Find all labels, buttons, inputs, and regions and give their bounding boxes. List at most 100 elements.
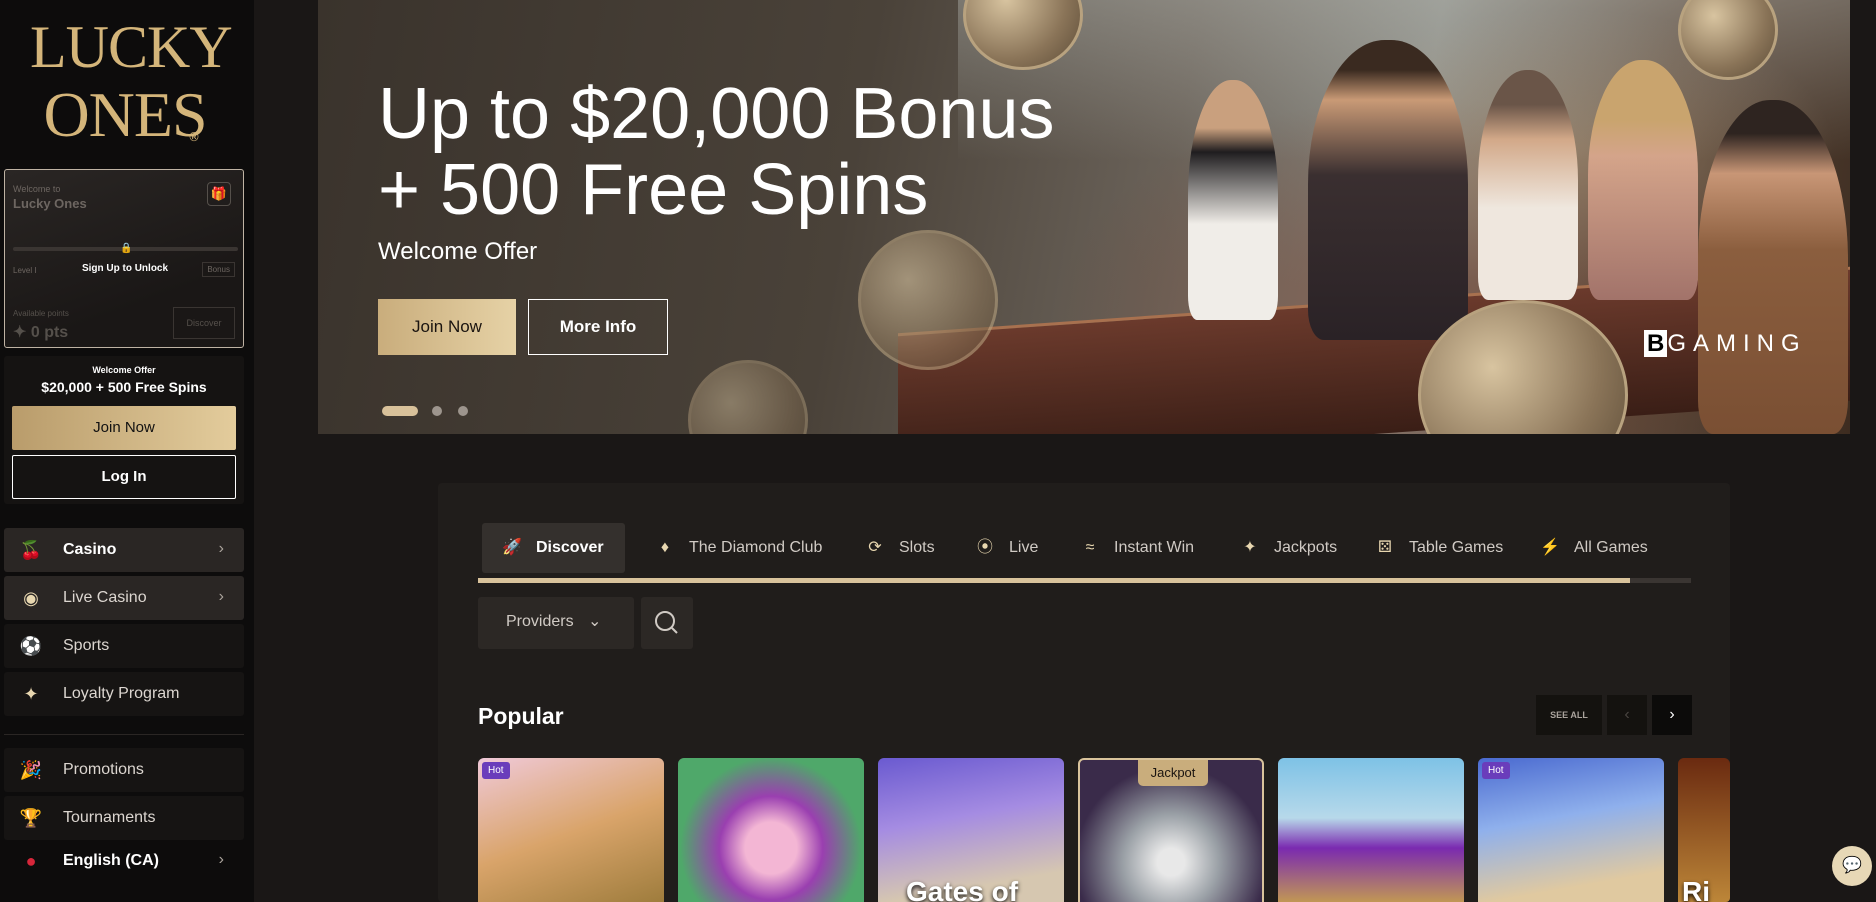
card-greeting: Welcome to [13, 184, 61, 194]
hero-title-line-2: + 500 Free Spins [378, 150, 929, 230]
sidebar-item-live-casino[interactable]: ◉ Live Casino › [4, 576, 244, 620]
hero-title-line-1: Up to $20,000 Bonus [378, 74, 1055, 154]
hero-title: Up to $20,000 Bonus + 500 Free Spins [378, 76, 1055, 228]
tab-label: Live [1009, 539, 1039, 556]
bonus-label: Bonus [202, 262, 235, 277]
live-chip-icon: ◉ [23, 588, 39, 608]
dice-icon: ⚄ [1378, 539, 1392, 556]
hot-badge: Hot [482, 762, 510, 779]
slots-icon: ⟳ [868, 539, 882, 556]
tab-table-games[interactable]: ⚄ Table Games [1355, 523, 1510, 573]
game-title: Ri [1682, 876, 1710, 902]
hero-more-info-button[interactable]: More Info [528, 299, 668, 355]
sidebar-item-tournaments[interactable]: 🏆 Tournaments [4, 796, 244, 840]
instant-win-icon: ≈ [1085, 539, 1095, 556]
chat-bubble-button[interactable]: 💬 [1832, 846, 1872, 886]
points-value: ✦ 0 pts [13, 324, 69, 341]
tab-label: The Diamond Club [689, 539, 823, 556]
tab-instant-win[interactable]: ≈ Instant Win [1060, 523, 1210, 573]
sidebar-item-promotions[interactable]: 🎉 Promotions [4, 748, 244, 792]
game-tile[interactable]: Hot [478, 758, 664, 902]
carousel-dot-3[interactable] [458, 406, 468, 416]
search-icon [655, 611, 678, 634]
provider-logo: B GAMING [1644, 330, 1807, 358]
game-tile[interactable]: Hot [1478, 758, 1664, 902]
hero-figure [1588, 60, 1698, 300]
hero-figure [1698, 100, 1848, 434]
hero-figure [1308, 40, 1468, 340]
hero-figure [1478, 70, 1578, 300]
carousel-dot-1[interactable] [382, 406, 418, 416]
tab-diamond-club[interactable]: ♦ The Diamond Club [635, 523, 835, 573]
sports-ball-icon: ⚽ [19, 636, 43, 656]
offer-headline: $20,000 + 500 Free Spins [41, 379, 207, 395]
language-selector[interactable]: ● English (CA) › [4, 839, 244, 883]
chevron-right-icon: › [218, 851, 224, 868]
sparkle-icon: ✦ [23, 684, 39, 704]
points-discover-button[interactable]: Discover [173, 307, 235, 339]
chevron-right-icon: › [218, 540, 224, 557]
loyalty-preview-card[interactable]: Welcome to Lucky Ones 🎁 🔒 Level I Sign U… [4, 169, 244, 348]
rocket-icon: 🚀 [502, 539, 522, 556]
trophy-icon: 🏆 [19, 808, 43, 828]
sidebar-divider [4, 734, 244, 735]
chevron-left-icon: ‹ [1624, 706, 1630, 723]
tab-label: All Games [1574, 539, 1648, 556]
game-tile[interactable]: Jackpot [1078, 758, 1264, 902]
hero-join-now-button[interactable]: Join Now [378, 299, 516, 355]
hero-figure [1188, 80, 1278, 320]
carousel-dot-2[interactable] [432, 406, 442, 416]
tab-label: Slots [899, 539, 935, 556]
game-tile[interactable]: Ri [1678, 758, 1730, 902]
hot-badge: Hot [1482, 762, 1510, 779]
registered-mark: ® [188, 130, 200, 144]
log-in-button[interactable]: Log In [12, 455, 236, 499]
provider-logo-text: GAMING [1667, 330, 1807, 357]
tab-label: Jackpots [1274, 539, 1338, 556]
search-button[interactable] [641, 597, 693, 649]
gift-icon: 🎁 [207, 182, 231, 206]
tab-live[interactable]: ⦿ Live [955, 523, 1050, 573]
sidebar-item-label: Casino [63, 541, 117, 558]
sparkle-icon: ✦ [1243, 539, 1257, 556]
tab-label: Discover [536, 539, 604, 556]
available-points-label: Available points [13, 309, 69, 318]
tabs-scrollbar-thumb[interactable] [478, 578, 1631, 583]
brand-logo[interactable]: LUCKY ONES ® [30, 14, 233, 152]
app-root: LUCKY ONES ® Welcome to Lucky Ones 🎁 🔒 L… [0, 0, 1876, 902]
sidebar-item-loyalty[interactable]: ✦ Loyalty Program [4, 672, 244, 716]
sidebar-item-sports[interactable]: ⚽ Sports [4, 624, 244, 668]
game-tile[interactable] [678, 758, 864, 902]
chevron-right-icon: › [218, 588, 224, 605]
tab-all-games[interactable]: ⚡ All Games [1520, 523, 1691, 573]
points-text: 0 pts [30, 324, 69, 341]
tab-discover[interactable]: 🚀 Discover [482, 523, 625, 573]
game-lobby: 🚀 Discover ♦ The Diamond Club ⟳ Slots ⦿ … [438, 483, 1730, 902]
tab-label: Instant Win [1114, 539, 1195, 556]
diamond-icon: ♦ [660, 539, 670, 556]
lock-icon: 🔒 [120, 243, 133, 254]
join-now-button[interactable]: Join Now [12, 406, 236, 450]
hero-banner[interactable]: Up to $20,000 Bonus + 500 Free Spins Wel… [318, 0, 1850, 434]
chevron-down-icon: ⌄ [588, 613, 602, 630]
cherries-icon: 🍒 [19, 540, 43, 560]
carousel-prev-button[interactable]: ‹ [1607, 695, 1647, 735]
language-label: English (CA) [63, 852, 159, 869]
providers-dropdown[interactable]: Providers ⌄ [478, 597, 634, 649]
sidebar-item-label: Promotions [63, 761, 144, 778]
sidebar-item-label: Live Casino [63, 589, 147, 606]
carousel-next-button[interactable]: › [1652, 695, 1692, 735]
flag-canada-icon: ● [25, 851, 37, 871]
sidebar-item-label: Tournaments [63, 809, 156, 826]
see-all-button[interactable]: SEE ALL [1536, 695, 1602, 735]
game-tile[interactable]: Gates of [878, 758, 1064, 902]
hero-subtitle: Welcome Offer [378, 238, 538, 265]
game-tile[interactable] [1278, 758, 1464, 902]
tab-jackpots[interactable]: ✦ Jackpots [1220, 523, 1345, 573]
card-brand-name: Lucky Ones [13, 196, 87, 211]
tabs-scrollbar[interactable] [478, 578, 1691, 583]
coin-graphic [858, 230, 998, 370]
tab-slots[interactable]: ⟳ Slots [845, 523, 945, 573]
sidebar-item-casino[interactable]: 🍒 Casino › [4, 528, 244, 572]
category-tabs: 🚀 Discover ♦ The Diamond Club ⟳ Slots ⦿ … [478, 523, 1691, 573]
